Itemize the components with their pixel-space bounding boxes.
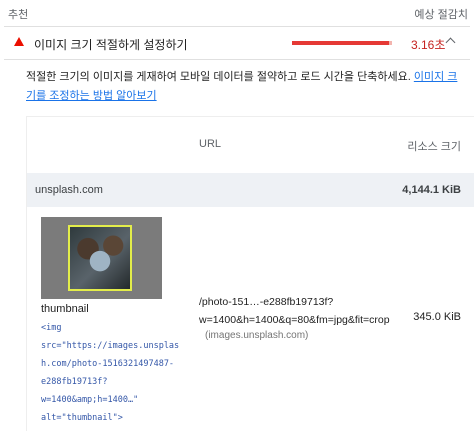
details-table: URL 리소스 크기 unsplash.com 4,144.1 KiB thum… [26,116,474,431]
audit-row-image-sizing[interactable]: 이미지 크기 적절하게 설정하기 3.16초 [4,26,470,60]
thumbnail-highlight [68,225,132,291]
savings-column-label: 예상 절감치 [414,9,468,21]
resource-size: 345.0 KiB [413,311,461,323]
audit-title: 이미지 크기 적절하게 설정하기 [34,38,188,52]
resource-url-line2: w=1400&h=1400&q=80&fm=jpg&fit=crop [199,314,390,326]
section-label: 추천 [8,9,29,21]
column-header-size: 리소스 크기 [407,141,461,153]
section-header: 추천 예상 절감치 [0,6,474,24]
audit-description: 적절한 크기의 이미지를 게재하여 모바일 데이터를 절약하고 로드 시간을 단… [26,68,466,106]
description-text: 적절한 크기의 이미지를 게재하여 모바일 데이터를 절약하고 로드 시간을 단… [26,71,414,83]
savings-bar [292,41,392,45]
element-thumbnail [41,217,162,299]
element-label: thumbnail [41,303,89,315]
resource-domain: (images.unsplash.com) [205,330,309,341]
group-size: 4,144.1 KiB [402,184,461,196]
savings-bar-fill [292,41,389,45]
fail-triangle-icon [14,37,24,46]
chevron-up-icon[interactable] [445,37,456,48]
savings-value: 3.16초 [411,38,446,52]
element-snippet: <img src="https://images.unsplas h.com/p… [41,323,180,423]
group-row: unsplash.com 4,144.1 KiB [27,173,474,207]
group-name: unsplash.com [35,184,103,196]
resource-url-line1: /photo-151…-e288fb19713f? [199,296,334,308]
column-header-url: URL [199,138,222,150]
thumbnail-image [70,227,130,289]
resource-url[interactable]: /photo-151…-e288fb19713f? w=1400&h=1400&… [199,293,390,329]
